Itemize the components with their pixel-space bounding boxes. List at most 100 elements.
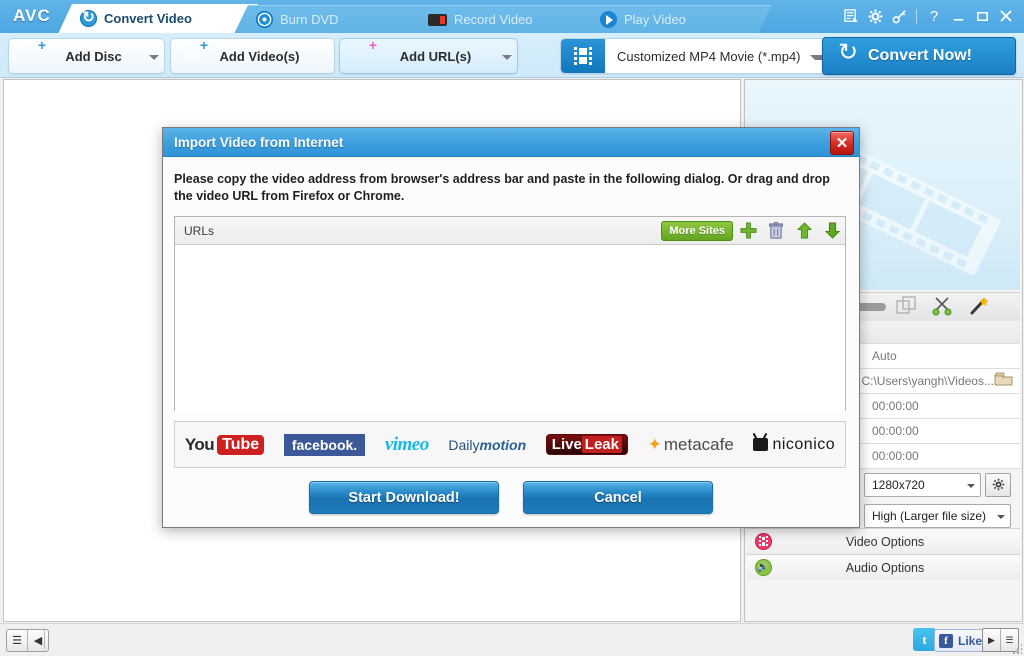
list-view-button[interactable]: ☰: [7, 630, 27, 651]
dialog-title-bar: Import Video from Internet ✕: [163, 128, 859, 157]
facebook-logo[interactable]: facebook.: [284, 434, 365, 456]
close-icon[interactable]: [994, 5, 1018, 27]
app-logo: AVC: [8, 4, 56, 28]
youtube-logo-you: You: [185, 435, 214, 455]
url-list[interactable]: [175, 245, 845, 411]
star-icon: ✦: [648, 435, 662, 455]
setting-value-end-time: 00:00:00: [872, 424, 1020, 438]
facebook-like-label: Like: [958, 634, 982, 648]
convert-now-button[interactable]: Convert Now!: [822, 37, 1016, 75]
niconico-logo-text: niconico: [772, 436, 835, 454]
camera-icon: [428, 14, 447, 26]
chevron-down-icon[interactable]: [497, 53, 517, 60]
resolution-settings-button[interactable]: [985, 473, 1011, 497]
dailymotion-logo-motion: motion: [480, 437, 527, 453]
resize-grip[interactable]: [1010, 643, 1022, 655]
tab-record-video[interactable]: Record Video: [406, 5, 600, 33]
chevron-down-icon[interactable]: [992, 513, 1010, 519]
liveleak-logo[interactable]: LiveLeak: [546, 434, 628, 455]
move-up-icon[interactable]: [791, 220, 817, 242]
film-icon: [561, 39, 605, 73]
audio-options-icon: [746, 559, 780, 576]
add-disc-button[interactable]: + Add Disc: [8, 38, 165, 74]
dailymotion-logo[interactable]: Dailymotion: [448, 437, 526, 453]
tab-burn-dvd[interactable]: Burn DVD: [234, 5, 428, 33]
dialog-body: Please copy the video address from brows…: [163, 157, 859, 514]
list-view-icon[interactable]: [839, 5, 863, 27]
dialog-description: Please copy the video address from brows…: [174, 171, 836, 205]
tab-burn-dvd-label: Burn DVD: [280, 12, 339, 27]
application-window: AVC Convert Video Burn DVD Record Video …: [0, 0, 1024, 655]
dialog-title: Import Video from Internet: [163, 135, 343, 150]
liveleak-logo-leak: Leak: [582, 436, 622, 453]
expand-right-icon[interactable]: ▶: [983, 629, 1000, 651]
add-urls-button[interactable]: + Add URL(s): [339, 38, 518, 74]
metacafe-logo[interactable]: ✦ metacafe: [648, 435, 734, 455]
chevron-down-icon[interactable]: [962, 482, 980, 488]
magic-wand-icon[interactable]: [968, 296, 994, 318]
niconico-logo[interactable]: niconico: [753, 436, 835, 454]
youtube-logo[interactable]: You Tube: [185, 435, 264, 455]
audio-options-button[interactable]: Audio Options: [746, 554, 1020, 580]
add-url-icon[interactable]: [735, 220, 761, 242]
scissors-icon[interactable]: [932, 296, 958, 318]
metacafe-logo-text: metacafe: [664, 435, 734, 455]
folder-icon[interactable]: [994, 372, 1014, 390]
play-icon: [600, 11, 617, 28]
help-icon[interactable]: ?: [922, 5, 946, 27]
tab-play-video[interactable]: Play Video: [578, 5, 772, 33]
convert-now-label: Convert Now!: [868, 47, 972, 65]
quality-value: High (Larger file size): [865, 509, 992, 523]
resolution-select[interactable]: 1280x720: [864, 473, 981, 497]
setting-value-start-time: 00:00:00: [872, 399, 1020, 413]
twitter-button[interactable]: t: [913, 628, 936, 651]
dialog-action-buttons: Start Download! Cancel: [174, 481, 848, 514]
setting-value-duration: 00:00:00: [872, 449, 1020, 463]
convert-icon: [80, 10, 97, 27]
audio-options-label: Audio Options: [780, 561, 1020, 575]
setting-value-output-folder: C:\Users\yangh\Videos...: [861, 374, 994, 388]
main-toolbar: + Add Disc + Add Video(s) + Add URL(s) C…: [0, 33, 1024, 78]
url-column-header: URLs: [175, 224, 661, 238]
key-icon[interactable]: [887, 5, 911, 27]
video-options-icon: [746, 533, 780, 550]
quality-select[interactable]: High (Larger file size): [864, 504, 1011, 528]
start-download-button[interactable]: Start Download!: [309, 481, 499, 514]
add-videos-label: Add Video(s): [205, 49, 314, 64]
facebook-icon: f: [939, 634, 953, 648]
move-down-icon[interactable]: [819, 220, 845, 242]
output-format-selector[interactable]: Customized MP4 Movie (*.mp4): [560, 38, 839, 74]
status-bar: ☰ ◀ t f Like ▶ ☰: [0, 623, 1024, 656]
setting-value-profile: Auto: [872, 349, 1020, 363]
tab-convert-video[interactable]: Convert Video: [58, 4, 258, 33]
maximize-icon[interactable]: [970, 5, 994, 27]
more-sites-button[interactable]: More Sites: [661, 221, 733, 241]
tab-play-video-label: Play Video: [624, 12, 686, 27]
list-toggle-group: ☰ ◀: [6, 629, 49, 652]
gear-icon[interactable]: [863, 5, 887, 27]
disc-plus-icon: +: [19, 44, 43, 68]
minimize-icon[interactable]: [946, 5, 970, 27]
chevron-down-icon[interactable]: [144, 53, 164, 60]
video-options-button[interactable]: Video Options: [746, 528, 1020, 554]
disc-icon: [256, 11, 273, 28]
import-video-dialog: Import Video from Internet ✕ Please copy…: [162, 127, 860, 528]
tab-convert-video-label: Convert Video: [104, 11, 192, 26]
add-videos-button[interactable]: + Add Video(s): [170, 38, 335, 74]
output-format-value: Customized MP4 Movie (*.mp4): [605, 49, 810, 64]
tv-icon: [753, 438, 768, 451]
globe-plus-icon: +: [350, 44, 374, 68]
status-divider: [44, 630, 45, 649]
convert-cycle-icon: [837, 45, 859, 67]
delete-url-icon[interactable]: [763, 220, 789, 242]
title-bar: AVC Convert Video Burn DVD Record Video …: [0, 0, 1024, 33]
youtube-logo-tube: Tube: [217, 435, 264, 455]
add-disc-label: Add Disc: [43, 49, 144, 64]
window-controls: ?: [839, 5, 1018, 27]
vimeo-logo[interactable]: vimeo: [385, 434, 429, 456]
clone-icon[interactable]: [896, 296, 922, 318]
video-options-label: Video Options: [780, 535, 1020, 549]
close-icon[interactable]: ✕: [830, 131, 854, 155]
url-list-box: URLs More Sites: [174, 216, 846, 411]
cancel-button[interactable]: Cancel: [523, 481, 713, 514]
